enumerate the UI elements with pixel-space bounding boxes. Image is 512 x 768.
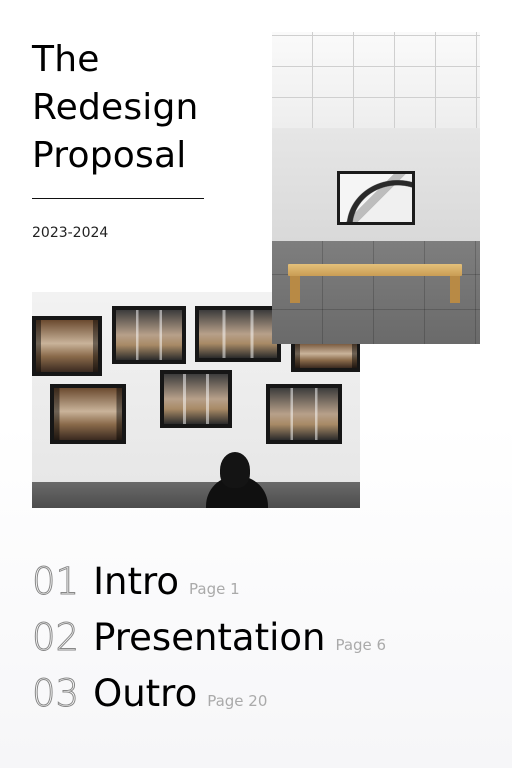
framed-picture (266, 384, 342, 444)
year-range: 2023-2024 (32, 225, 109, 241)
title-line-2: Redesign (32, 87, 199, 128)
floor-tiles (272, 241, 480, 344)
ceiling-panels (272, 32, 480, 128)
framed-picture (50, 384, 126, 444)
toc-entry-presentation[interactable]: 02 Presentation Page 6 (31, 616, 492, 660)
toc-page-ref: Page 6 (335, 636, 387, 654)
toc-label: Intro (93, 560, 179, 603)
toc-number: 03 (31, 672, 80, 716)
document-title: The Redesign Proposal (32, 36, 262, 180)
toc-page-ref: Page 1 (189, 580, 240, 598)
wooden-bench (288, 264, 462, 276)
title-line-3: Proposal (32, 135, 187, 176)
title-line-1: The (32, 39, 100, 80)
toc-label: Presentation (93, 616, 326, 659)
toc-label: Outro (93, 672, 198, 715)
toc-number: 02 (31, 616, 80, 660)
framed-picture (32, 316, 102, 376)
toc-entry-outro[interactable]: 03 Outro Page 20 (31, 672, 492, 716)
framed-picture (112, 306, 186, 364)
toc-number: 01 (31, 560, 80, 604)
toc-entry-intro[interactable]: 01 Intro Page 1 (31, 560, 492, 604)
gallery-bench-photo (272, 32, 480, 344)
framed-artwork (337, 171, 415, 225)
toc-page-ref: Page 20 (207, 692, 268, 710)
framed-picture (195, 306, 281, 362)
title-divider (32, 198, 204, 199)
framed-picture (160, 370, 232, 428)
